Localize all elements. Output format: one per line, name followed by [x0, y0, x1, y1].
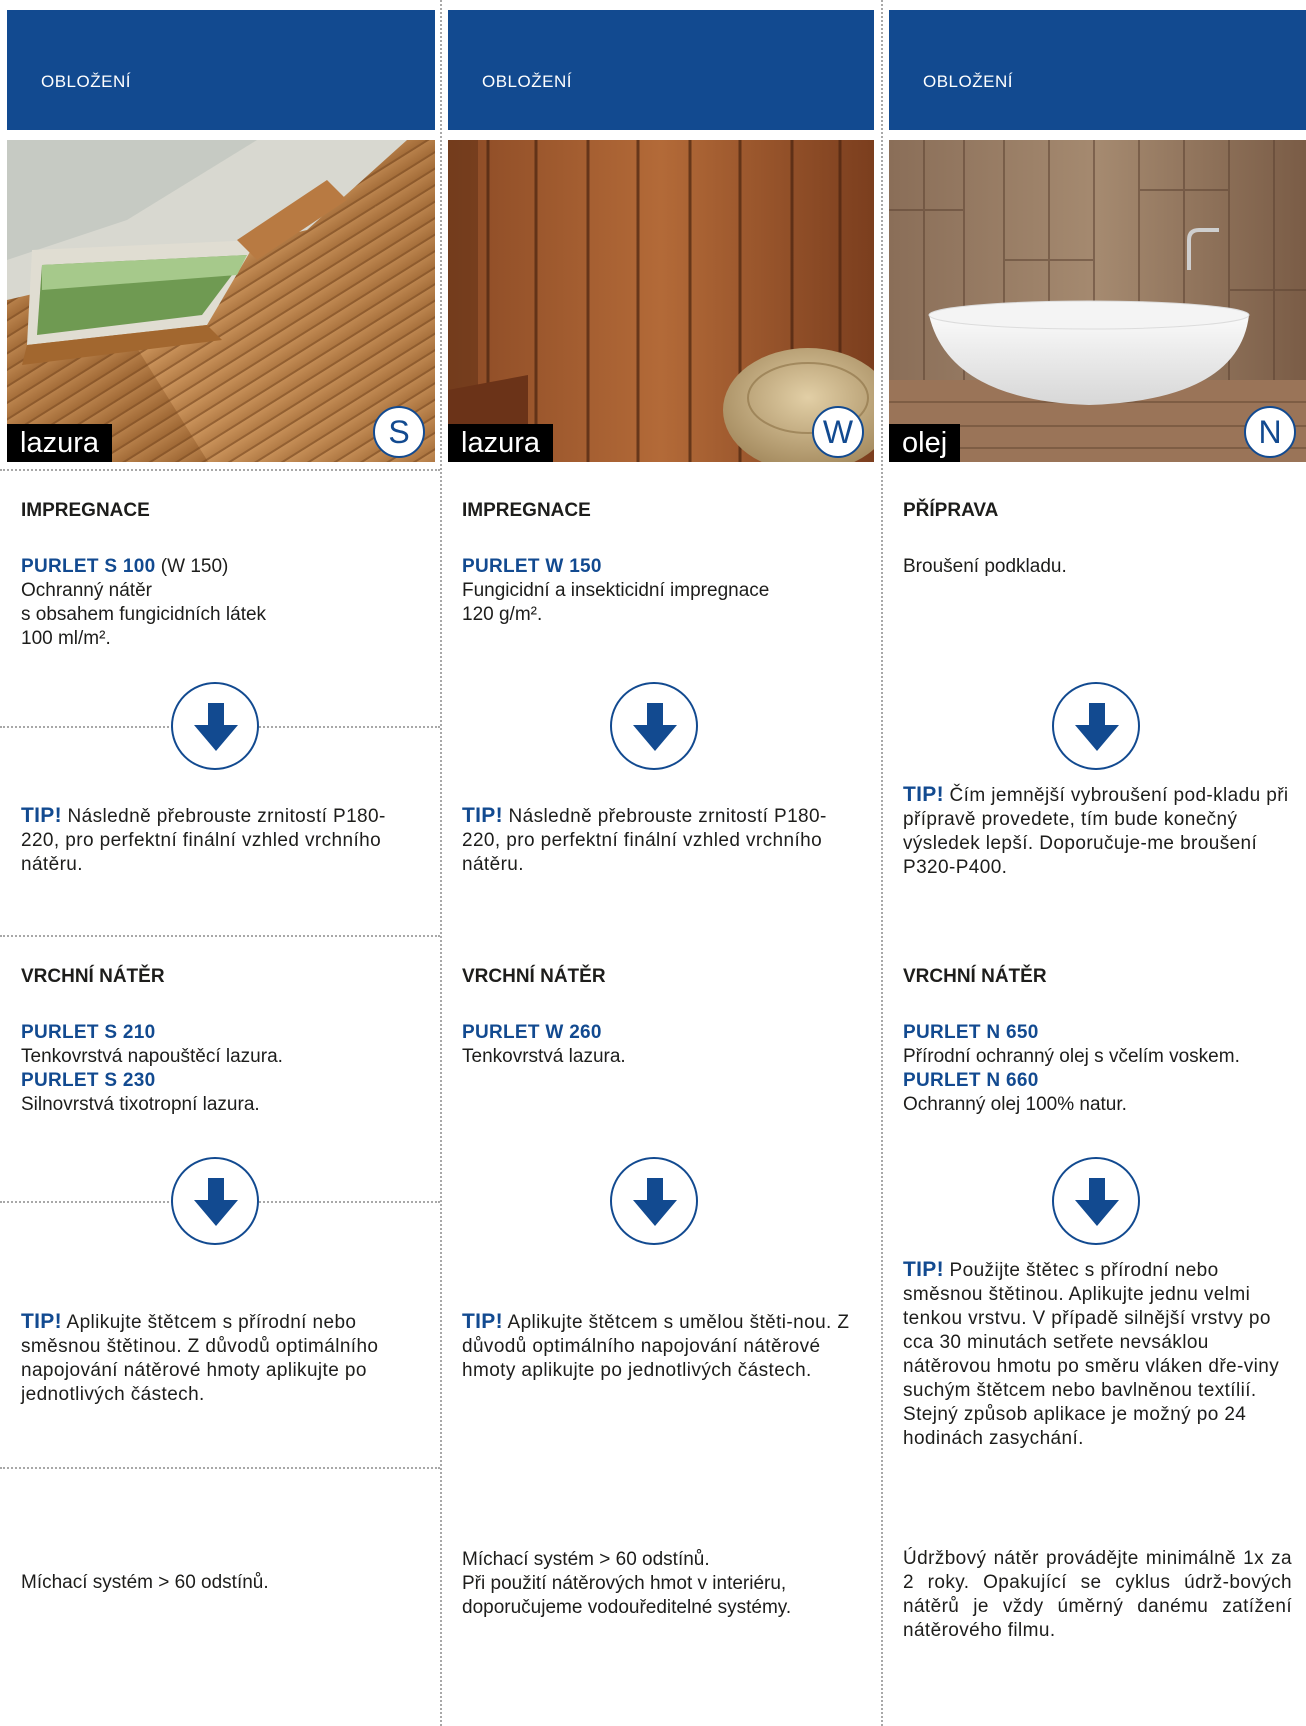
- product-desc: Silnovrstvá tixotropní lazura.: [21, 1094, 260, 1115]
- product-name: PURLET W 260: [462, 1022, 602, 1043]
- system-badge: S: [373, 406, 425, 458]
- photo-bathtub: olej N: [889, 140, 1306, 462]
- stage-content: PURLET S 210 Tenkovrstvá napouštěcí lazu…: [21, 1021, 421, 1117]
- tip-label: TIP!: [903, 783, 944, 806]
- stage-content: PURLET W 150 Fungicidní a insekticidní i…: [462, 555, 860, 627]
- product-desc-line: 100 ml/m².: [21, 628, 111, 649]
- tip-text: Následně přebrouste zrnitostí P180-220, …: [462, 806, 827, 875]
- photo-skylight: lazura S: [7, 140, 435, 462]
- product-name: PURLET S 230: [21, 1070, 156, 1091]
- tip-label: TIP!: [462, 1310, 503, 1333]
- system-badge: N: [1244, 406, 1296, 458]
- product-desc-line: Broušení podkladu.: [903, 556, 1067, 577]
- arrow-down-icon: [1052, 682, 1140, 770]
- product-suffix: (W 150): [155, 556, 229, 577]
- footer-line: Míchací systém > 60 odstínů.: [462, 1549, 710, 1570]
- section-divider: [0, 1467, 440, 1469]
- product-desc-line: s obsahem fungicidních látek: [21, 604, 267, 625]
- column-divider: [881, 0, 883, 1726]
- tip-label: TIP!: [21, 1310, 62, 1333]
- stage-title: IMPREGNACE: [21, 500, 150, 521]
- section-divider: [0, 469, 440, 471]
- product-name: PURLET N 650: [903, 1022, 1039, 1043]
- tip-text: Aplikujte štětcem s přírodní nebo směsno…: [21, 1312, 379, 1405]
- tip-block: TIP! Čím jemnější vybroušení pod-kladu p…: [903, 783, 1292, 880]
- tip-text: Použijte štětec s přírodní nebo směsnou …: [903, 1260, 1280, 1449]
- footer-line: Údržbový nátěr provádějte minimálně 1x z…: [903, 1548, 1292, 1641]
- product-name: PURLET S 100: [21, 556, 156, 577]
- finish-label: olej: [889, 424, 961, 462]
- tip-block: TIP! Použijte štětec s přírodní nebo smě…: [903, 1258, 1292, 1451]
- column-header: OBLOŽENÍ: [889, 10, 1306, 130]
- footer-note: Míchací systém > 60 odstínů. Při použití…: [462, 1548, 860, 1620]
- arrow-down-icon: [610, 682, 698, 770]
- arrow-down-icon: [1052, 1157, 1140, 1245]
- tip-label: TIP!: [903, 1258, 944, 1281]
- stage-title: PŘÍPRAVA: [903, 500, 999, 521]
- header-label: OBLOŽENÍ: [923, 72, 1013, 91]
- stage-content: PURLET N 650 Přírodní ochranný olej s vč…: [903, 1021, 1292, 1117]
- tip-block: TIP! Aplikujte štětcem s umělou štěti-no…: [462, 1310, 860, 1383]
- footer-note: Údržbový nátěr provádějte minimálně 1x z…: [903, 1547, 1292, 1643]
- tip-label: TIP!: [462, 804, 503, 827]
- footer-line: Míchací systém > 60 odstínů.: [21, 1572, 269, 1593]
- tip-text: Následně přebrouste zrnitostí P180-220, …: [21, 806, 386, 875]
- column-header: OBLOŽENÍ: [7, 10, 435, 130]
- tip-text: Aplikujte štětcem s umělou štěti-nou. Z …: [462, 1312, 850, 1381]
- product-desc: Přírodní ochranný olej s včelím voskem.: [903, 1046, 1240, 1067]
- product-name: PURLET N 660: [903, 1070, 1039, 1091]
- stage-content: PURLET S 100 (W 150) Ochranný nátěr s ob…: [21, 555, 421, 651]
- tip-block: TIP! Následně přebrouste zrnitostí P180-…: [21, 804, 421, 877]
- product-desc-line: 120 g/m².: [462, 604, 543, 625]
- arrow-down-icon: [610, 1157, 698, 1245]
- product-desc-line: Fungicidní a insekticidní impregnace: [462, 580, 770, 601]
- system-badge: W: [812, 406, 864, 458]
- stage-content: Broušení podkladu.: [903, 555, 1292, 579]
- finish-label: lazura: [448, 424, 553, 462]
- product-desc: Tenkovrstvá napouštěcí lazura.: [21, 1046, 283, 1067]
- product-desc: Ochranný olej 100% natur.: [903, 1094, 1127, 1115]
- product-name: PURLET W 150: [462, 556, 602, 577]
- stage-title: VRCHNÍ NÁTĚR: [21, 966, 165, 987]
- product-name: PURLET S 210: [21, 1022, 156, 1043]
- finish-label: lazura: [7, 424, 112, 462]
- arrow-down-icon: [171, 682, 259, 770]
- stage-title: IMPREGNACE: [462, 500, 591, 521]
- tip-block: TIP! Následně přebrouste zrnitostí P180-…: [462, 804, 860, 877]
- section-divider: [0, 935, 440, 937]
- footer-line: Při použití nátěrových hmot v interiéru,…: [462, 1573, 792, 1618]
- arrow-down-icon: [171, 1157, 259, 1245]
- product-desc: Tenkovrstvá lazura.: [462, 1046, 626, 1067]
- stage-title: VRCHNÍ NÁTĚR: [462, 966, 606, 987]
- tip-block: TIP! Aplikujte štětcem s přírodní nebo s…: [21, 1310, 421, 1407]
- stage-title: VRCHNÍ NÁTĚR: [903, 966, 1047, 987]
- photo-wood-panels: lazura W: [448, 140, 874, 462]
- product-desc-line: Ochranný nátěr: [21, 580, 152, 601]
- tip-label: TIP!: [21, 804, 62, 827]
- header-label: OBLOŽENÍ: [482, 72, 572, 91]
- footer-note: Míchací systém > 60 odstínů.: [21, 1571, 421, 1595]
- column-divider: [440, 0, 442, 1726]
- column-header: OBLOŽENÍ: [448, 10, 874, 130]
- header-label: OBLOŽENÍ: [41, 72, 131, 91]
- tip-text: Čím jemnější vybroušení pod-kladu při př…: [903, 785, 1289, 878]
- stage-content: PURLET W 260 Tenkovrstvá lazura.: [462, 1021, 860, 1069]
